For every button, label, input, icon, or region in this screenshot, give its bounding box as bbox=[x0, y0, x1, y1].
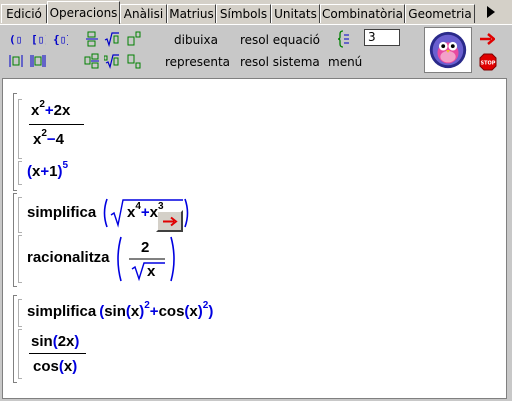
output-bracket bbox=[18, 161, 22, 185]
block-bracket bbox=[13, 93, 17, 191]
exponent: 2 bbox=[41, 128, 47, 139]
nth-root-icon[interactable] bbox=[104, 53, 120, 69]
svg-text:{▯}: {▯} bbox=[53, 33, 68, 46]
toolbar: (▯) [▯] {▯} dibuixa resol equació repres… bbox=[0, 24, 512, 77]
radicand: x4+x3 bbox=[127, 201, 164, 221]
fraction1-line bbox=[29, 124, 84, 125]
minus-operator: − bbox=[46, 131, 56, 148]
subscript-icon[interactable] bbox=[126, 53, 142, 69]
close-paren: ) bbox=[208, 303, 214, 320]
tab-combinatoria[interactable]: Combinatòria bbox=[320, 4, 405, 23]
abs-icon[interactable] bbox=[8, 53, 24, 69]
fraction-icon[interactable] bbox=[84, 31, 100, 47]
wiris-logo bbox=[424, 27, 472, 73]
racionalitza-call[interactable]: racionalitza bbox=[27, 249, 110, 266]
block-bracket bbox=[13, 193, 17, 287]
cos-function: cos bbox=[158, 303, 185, 320]
simplifica-call-2[interactable]: simplifica (sin(x)2+cos(x)2) bbox=[27, 300, 214, 320]
var-x: x bbox=[130, 303, 140, 320]
exponent: 2 bbox=[39, 99, 45, 110]
fraction2-denominator[interactable]: x bbox=[147, 263, 155, 280]
fraction3-numerator[interactable]: sin(2x) bbox=[31, 333, 79, 350]
tab-operacions[interactable]: Operacions bbox=[47, 1, 120, 24]
input-bracket bbox=[18, 235, 22, 283]
input-bracket bbox=[18, 197, 22, 233]
constant-4: 4 bbox=[55, 131, 65, 148]
svg-text:STOP: STOP bbox=[481, 61, 496, 67]
brackets-icon[interactable]: [▯] bbox=[30, 31, 46, 47]
stop-icon[interactable]: STOP bbox=[479, 53, 497, 71]
plus-operator: + bbox=[44, 102, 54, 119]
result1[interactable]: (x+1)5 bbox=[27, 160, 69, 180]
formula-workspace[interactable]: x2+2x x2−4 (x+1)5 simplifica x4+x3 racio… bbox=[2, 78, 507, 399]
var-x: x bbox=[189, 303, 198, 320]
norm-icon[interactable] bbox=[30, 53, 46, 69]
plus-operator: + bbox=[140, 204, 150, 221]
sqrt-icon[interactable] bbox=[104, 31, 120, 47]
fraction3-denominator[interactable]: cos(x) bbox=[33, 358, 77, 375]
plus-operator: + bbox=[40, 163, 50, 180]
sin-function: sin bbox=[31, 333, 53, 350]
braces-icon[interactable]: {▯} bbox=[52, 31, 68, 47]
menu-button[interactable]: menú bbox=[328, 54, 362, 70]
sin-function: sin bbox=[104, 303, 126, 320]
tab-edicio[interactable]: Edició bbox=[1, 4, 47, 23]
dibuixa-button[interactable]: dibuixa bbox=[174, 32, 218, 48]
fraction1-denominator[interactable]: x2−4 bbox=[33, 128, 65, 148]
exponent: 5 bbox=[62, 160, 69, 171]
var-x: x bbox=[63, 358, 73, 375]
function-name: simplifica bbox=[27, 303, 97, 320]
input-bracket bbox=[18, 299, 22, 327]
tab-matrius[interactable]: Matrius bbox=[167, 4, 216, 23]
menu-tabs: Edició Operacions Anàlisi Matrius Símbol… bbox=[0, 0, 512, 24]
tab-geometria[interactable]: Geometria bbox=[405, 4, 475, 23]
close-paren: ) bbox=[72, 358, 78, 375]
mixed-fraction-icon[interactable] bbox=[84, 53, 100, 69]
representa-button[interactable]: representa bbox=[165, 54, 230, 70]
tab-simbols[interactable]: Símbols bbox=[216, 4, 271, 23]
tab-analisi[interactable]: Anàlisi bbox=[120, 4, 167, 23]
precision-icon bbox=[338, 30, 349, 48]
tab-unitats[interactable]: Unitats bbox=[271, 4, 320, 23]
fraction1-numerator[interactable]: x2+2x bbox=[31, 99, 71, 119]
input-bracket bbox=[18, 99, 22, 159]
exponent: 4 bbox=[135, 201, 141, 212]
fraction3-line bbox=[29, 353, 86, 354]
simplifica-call-1[interactable]: simplifica bbox=[27, 204, 96, 221]
output-bracket bbox=[18, 329, 22, 379]
plus-operator: + bbox=[149, 303, 159, 320]
function-name: racionalitza bbox=[27, 249, 110, 266]
exponent: 2 bbox=[144, 300, 150, 311]
resol-sistema-button[interactable]: resol sistema bbox=[240, 54, 320, 70]
close-paren: ) bbox=[74, 333, 80, 350]
exponent: 2 bbox=[202, 300, 209, 311]
parentheses-icon[interactable]: (▯) bbox=[8, 31, 24, 47]
svg-text:[▯]: [▯] bbox=[31, 33, 46, 46]
superscript-icon[interactable] bbox=[126, 31, 142, 47]
block-bracket bbox=[13, 295, 17, 383]
argument-2x: 2x bbox=[57, 333, 75, 350]
term-2x: 2x bbox=[53, 102, 71, 119]
svg-text:(▯): (▯) bbox=[9, 33, 24, 46]
tab-scroll-right-icon[interactable] bbox=[484, 4, 498, 20]
var-x: x bbox=[149, 204, 159, 221]
cos-function: cos bbox=[33, 358, 59, 375]
function-name: simplifica bbox=[27, 204, 97, 221]
precision-input[interactable]: 3 bbox=[364, 29, 400, 46]
resol-equacio-button[interactable]: resol equació bbox=[240, 32, 320, 48]
fraction2-numerator[interactable]: 2 bbox=[141, 239, 149, 256]
exponent: 3 bbox=[158, 201, 164, 212]
arrow-right-icon[interactable] bbox=[479, 33, 495, 45]
